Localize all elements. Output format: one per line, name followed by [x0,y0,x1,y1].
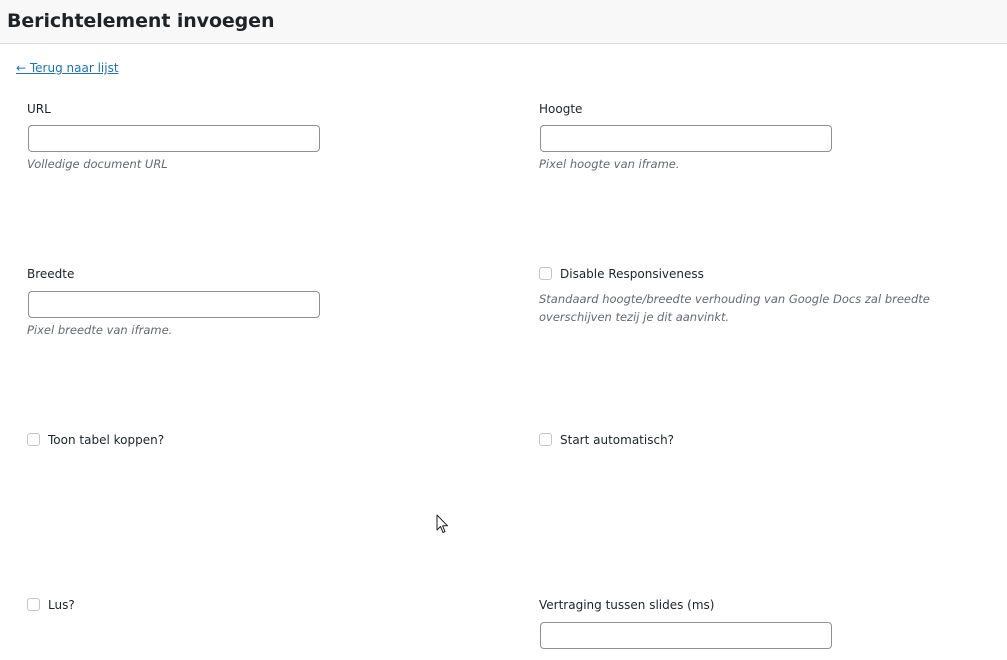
disable-responsiveness-help: Standaard hoogte/breedte verhouding van … [539,292,930,324]
height-label: Hoogte [539,102,583,116]
autostart-label: Start automatisch? [560,433,675,447]
loop-checkbox[interactable] [27,598,40,611]
show-table-headers-checkbox[interactable] [27,433,40,446]
height-input[interactable] [540,125,832,152]
page-header: Berichtelement invoegen [0,0,1007,44]
loop-label: Lus? [48,598,75,612]
url-help: Volledige document URL [27,157,168,171]
width-help: Pixel breedte van iframe. [27,323,173,337]
mouse-pointer-icon [436,514,448,533]
width-label: Breedte [27,267,75,281]
show-table-headers-label: Toon tabel koppen? [48,433,165,447]
slide-delay-label: Vertraging tussen slides (ms) [539,598,715,612]
disable-responsiveness-label: Disable Responsiveness [560,267,704,281]
height-help: Pixel hoogte van iframe. [539,157,680,171]
page-title: Berichtelement invoegen [7,10,275,32]
autostart-checkbox[interactable] [539,433,552,446]
disable-responsiveness-checkbox[interactable] [539,267,552,280]
url-label: URL [27,102,51,116]
width-input[interactable] [28,291,320,318]
back-to-list-link[interactable]: ← Terug naar lijst [16,61,119,75]
url-input[interactable] [28,125,320,152]
slide-delay-input[interactable] [540,622,832,649]
